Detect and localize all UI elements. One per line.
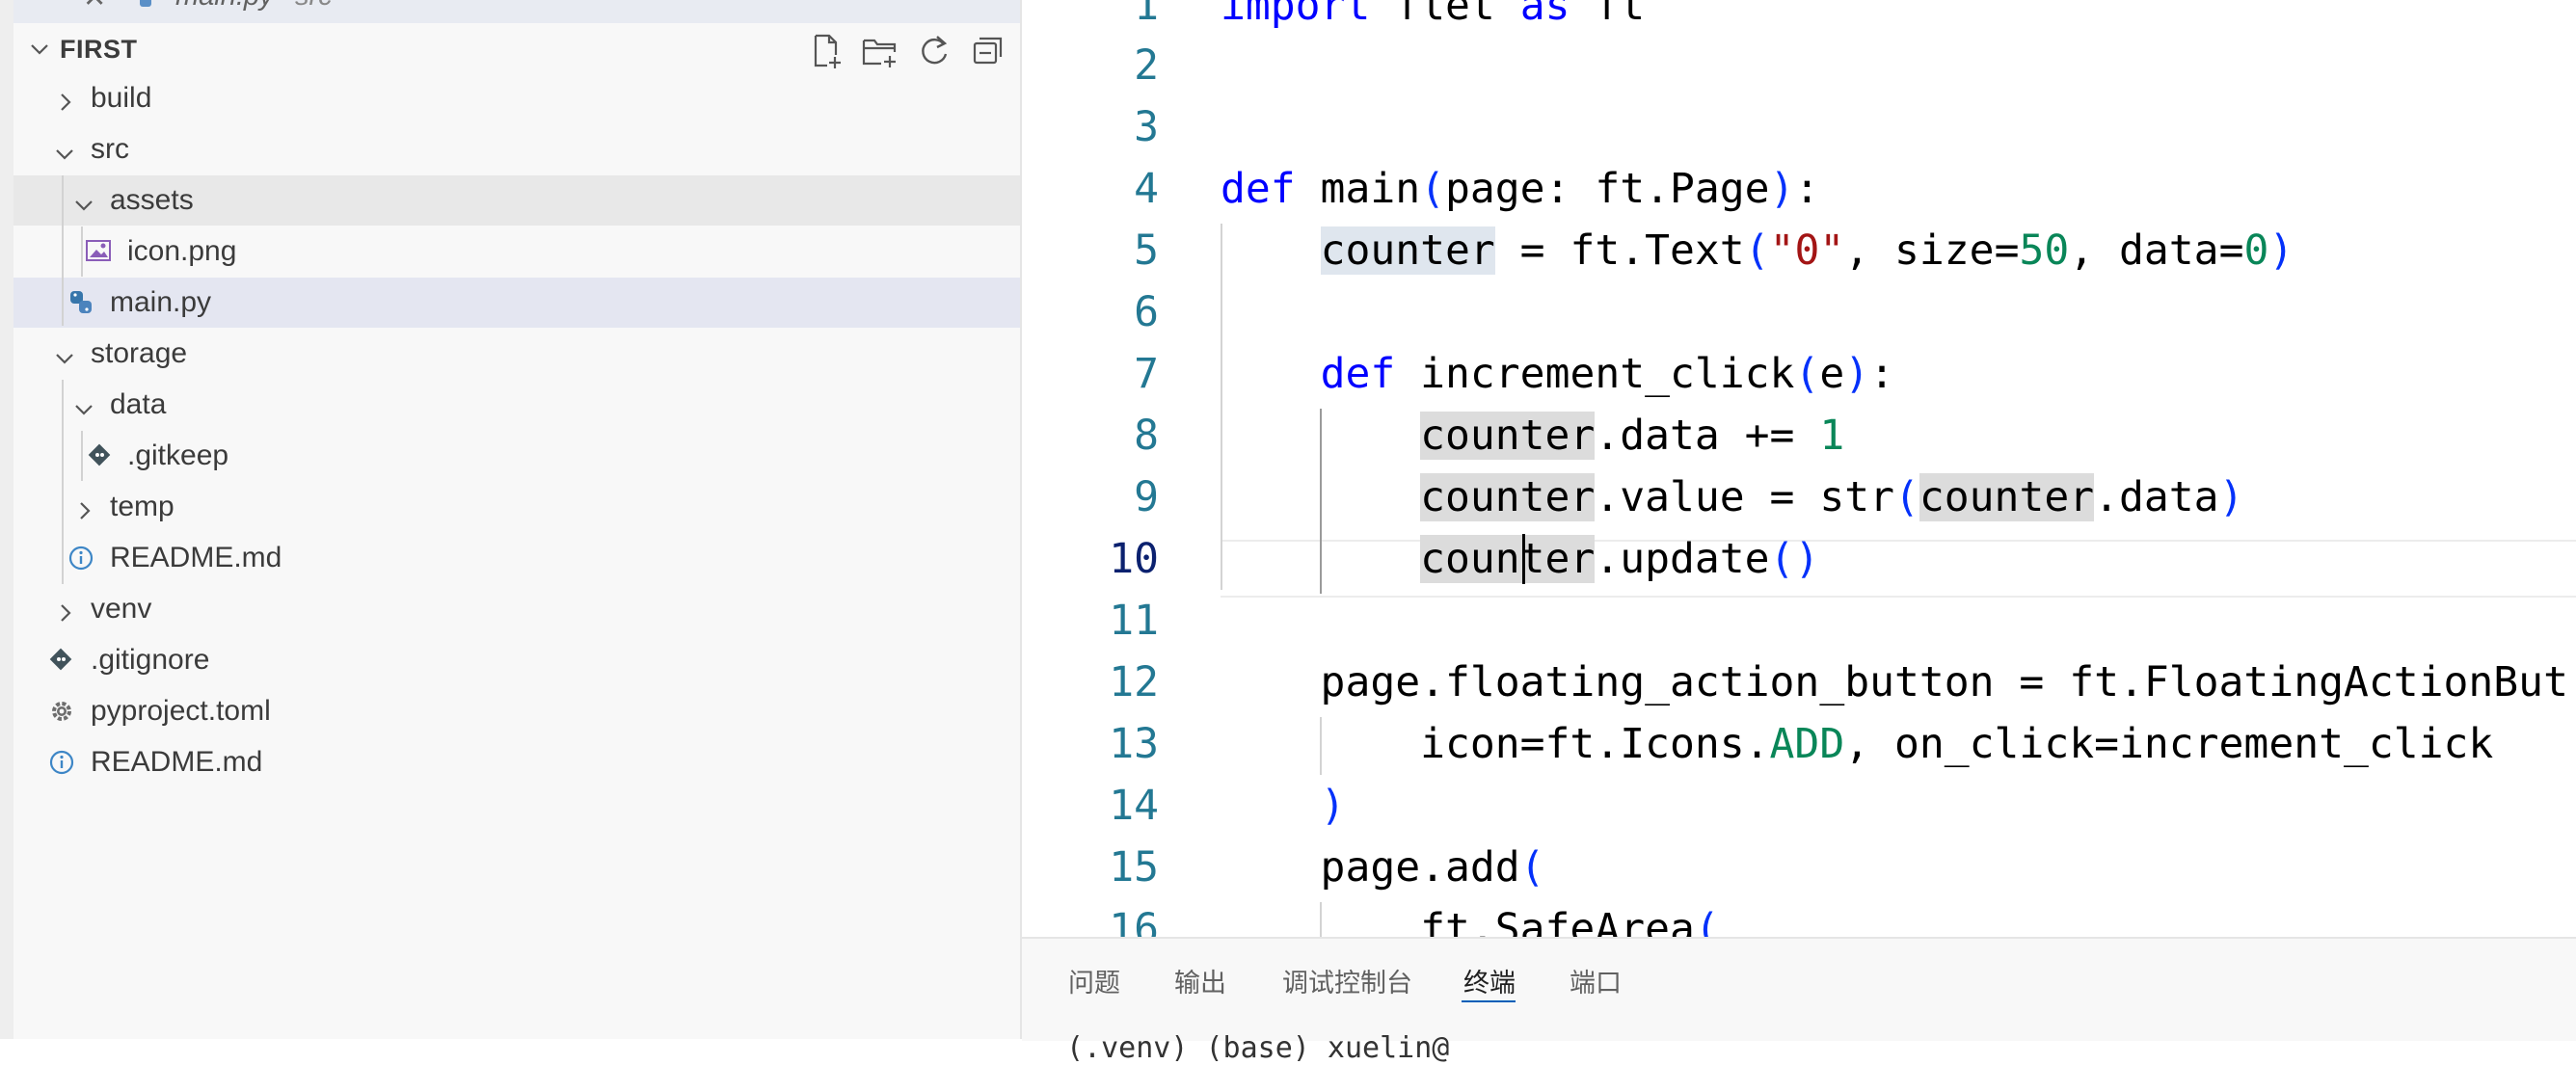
tree-item-label: pyproject.toml [91, 695, 271, 727]
tree-item-temp[interactable]: temp [13, 482, 1020, 532]
bottom-panel: 问题 输出 调试控制台 终端 端口 (.venv) (base) xuelin@ [1022, 937, 2576, 1065]
line-number: 2 [1134, 41, 1159, 90]
tree-indent-guide [81, 226, 83, 277]
line-number-active: 10 [1109, 535, 1159, 583]
line-number: 1 [1134, 0, 1159, 30]
line-number: 7 [1134, 350, 1159, 398]
tree-item-label: build [91, 82, 152, 114]
open-editor-item[interactable]: ✕ main.py src [13, 0, 1020, 23]
tree-item-label: main.py [110, 286, 212, 318]
git-file-icon [48, 647, 73, 679]
tab-debug-console[interactable]: 调试控制台 [1282, 962, 1412, 999]
line-number: 6 [1134, 288, 1159, 336]
code-line[interactable]: icon=ft.Icons.ADD, on_click=increment_cl… [1221, 713, 2493, 775]
code-line-active[interactable]: counter.update() [1221, 528, 1819, 590]
tree-item-label: .gitkeep [127, 439, 229, 471]
line-number: 14 [1109, 782, 1159, 830]
code-line[interactable]: ) [1221, 775, 1346, 837]
terminal-output[interactable]: (.venv) (base) xuelin@ [1066, 1031, 1449, 1065]
chevron-down-icon [73, 394, 94, 427]
refresh-icon[interactable] [914, 31, 954, 71]
tree-item-build[interactable]: build [13, 73, 1020, 123]
text-cursor [1522, 534, 1525, 584]
line-number: 12 [1109, 658, 1159, 706]
code-line[interactable]: page.floating_action_button = ft.Floatin… [1221, 652, 2568, 713]
code-line[interactable]: def increment_click(e): [1221, 343, 1894, 405]
chevron-down-icon [73, 190, 94, 223]
tree-item-label: src [91, 133, 129, 165]
folder-header[interactable]: FIRST [13, 29, 1020, 71]
new-file-icon[interactable] [806, 31, 846, 71]
info-icon [67, 545, 94, 579]
code-line[interactable]: counter = ft.Text("0", size=50, data=0) [1221, 220, 2294, 281]
tree-item-label: temp [110, 491, 174, 522]
tab-ports[interactable]: 端口 [1570, 962, 1622, 999]
tree-item-label: venv [91, 593, 152, 625]
tree-item-readme-storage[interactable]: README.md [13, 533, 1020, 583]
code-editor[interactable]: 1 2 3 4 5 6 7 8 9 10 11 12 13 14 15 16 i… [1022, 0, 2576, 937]
tree-item-gitkeep[interactable]: .gitkeep [13, 431, 1020, 481]
code-line[interactable]: counter.value = str(counter.data) [1221, 466, 2243, 528]
code-line[interactable]: ft.SafeArea( [1221, 898, 1720, 937]
line-number: 16 [1109, 905, 1159, 937]
code-line[interactable]: def main(page: ft.Page): [1221, 158, 1819, 220]
tree-item-pyproject[interactable]: pyproject.toml [13, 686, 1020, 736]
tree-item-label: storage [91, 337, 188, 369]
chevron-down-icon [54, 139, 75, 172]
tree-item-label: README.md [91, 746, 263, 778]
tree-indent-guide [62, 380, 64, 584]
tree-item-assets[interactable]: assets [13, 175, 1020, 226]
tree-item-gitignore[interactable]: .gitignore [13, 635, 1020, 685]
tree-item-readme-root[interactable]: README.md [13, 737, 1020, 787]
tree-item-label: icon.png [127, 235, 237, 267]
tree-item-data[interactable]: data [13, 380, 1020, 430]
chevron-right-icon [56, 88, 75, 120]
code-line[interactable]: import flet as ft [1221, 0, 1645, 37]
info-icon [48, 749, 75, 784]
gear-icon [48, 698, 75, 732]
tab-output[interactable]: 输出 [1174, 962, 1226, 999]
code-line[interactable]: page.add( [1221, 837, 1545, 898]
tree-indent-guide [62, 175, 64, 326]
tab-problems[interactable]: 问题 [1068, 962, 1120, 999]
collapse-all-icon[interactable] [968, 31, 1008, 71]
line-number: 15 [1109, 843, 1159, 892]
tree-indent-guide [81, 431, 83, 481]
tree-item-label: assets [110, 184, 194, 216]
close-icon[interactable]: ✕ [83, 0, 106, 14]
tree-item-label: README.md [110, 542, 282, 573]
activity-bar-edge [0, 0, 13, 1039]
line-number: 5 [1134, 226, 1159, 275]
tab-terminal[interactable]: 终端 [1463, 962, 1516, 999]
image-file-icon [85, 238, 112, 271]
open-editor-filename: main.py [175, 0, 274, 13]
line-number: 4 [1134, 165, 1159, 213]
active-tab-indicator [1462, 1000, 1516, 1002]
line-number: 11 [1109, 597, 1159, 645]
line-number: 13 [1109, 720, 1159, 768]
tree-item-label: data [110, 388, 167, 420]
tree-item-icon-png[interactable]: icon.png [13, 226, 1020, 277]
line-number: 8 [1134, 412, 1159, 460]
new-folder-icon[interactable] [860, 31, 900, 71]
chevron-right-icon [56, 599, 75, 631]
open-editor-dir: src [295, 0, 333, 13]
tree-item-main-py[interactable]: main.py [13, 278, 1020, 328]
explorer-sidebar: ✕ main.py src FIRST build src [0, 0, 1020, 1039]
tree-item-venv[interactable]: venv [13, 584, 1020, 634]
tree-item-src[interactable]: src [13, 124, 1020, 174]
line-number: 3 [1134, 103, 1159, 151]
python-file-icon [129, 0, 154, 17]
line-number: 9 [1134, 473, 1159, 521]
python-file-icon [67, 289, 94, 324]
chevron-down-icon [54, 343, 75, 376]
git-file-icon [87, 442, 112, 475]
chevron-right-icon [75, 496, 94, 529]
chevron-down-icon[interactable] [29, 39, 50, 65]
tree-item-label: .gitignore [91, 644, 210, 676]
folder-title: FIRST [60, 35, 138, 64]
code-line[interactable]: counter.data += 1 [1221, 405, 1844, 466]
tree-item-storage[interactable]: storage [13, 329, 1020, 379]
